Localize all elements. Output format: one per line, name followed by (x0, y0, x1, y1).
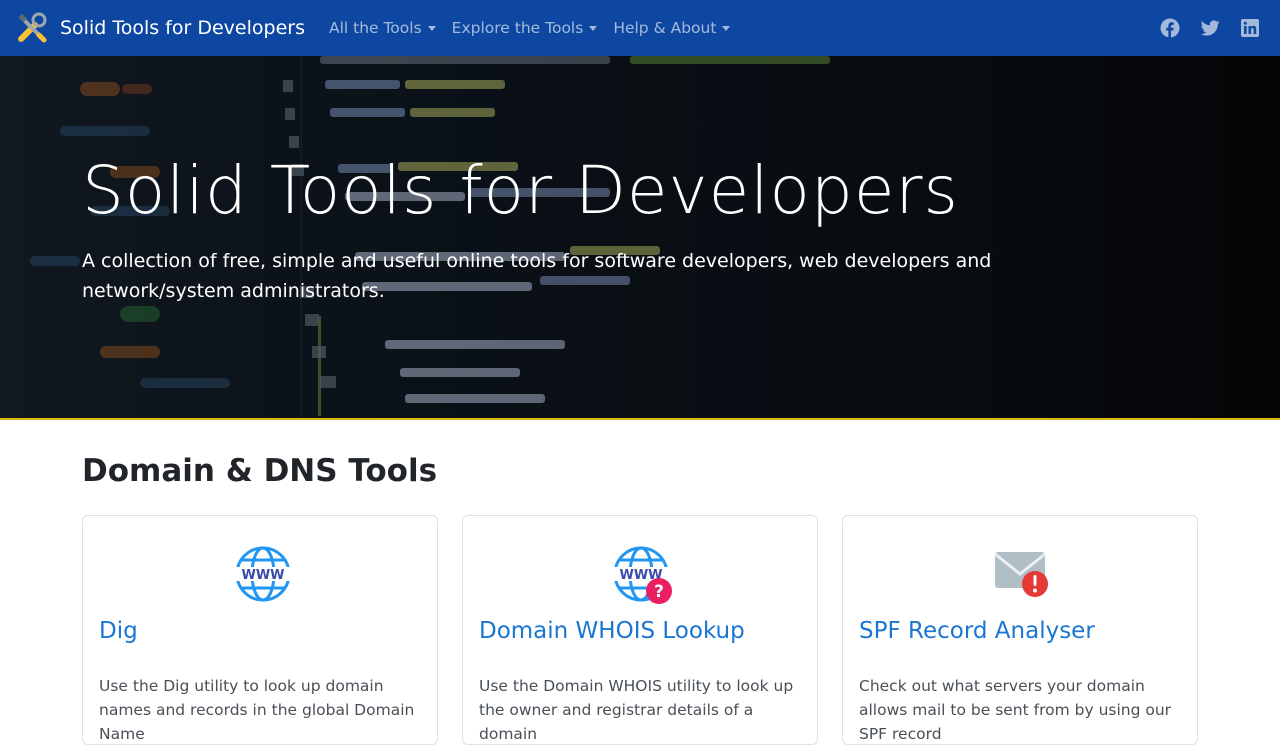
section-title: Domain & DNS Tools (82, 453, 438, 489)
menu-explore-tools[interactable]: Explore the Tools (444, 19, 606, 37)
www-globe-icon: WWW (235, 546, 291, 602)
tools-logo-icon (18, 12, 47, 43)
card-text: Check out what servers your domain allow… (859, 677, 1172, 743)
menu-help-about[interactable]: Help & About (605, 19, 738, 37)
mail-alert-icon (994, 552, 1048, 597)
twitter-icon[interactable] (1200, 18, 1220, 38)
tool-card-spf[interactable]: SPF Record Analyser Check out what serve… (842, 515, 1198, 745)
www-question-icon: WWW ? (613, 546, 672, 604)
card-title: Domain WHOIS Lookup (479, 618, 745, 644)
card-text: Use the Domain WHOIS utility to look up … (479, 677, 794, 743)
svg-text:WWW: WWW (241, 568, 284, 583)
menu-all-tools[interactable]: All the Tools (321, 19, 444, 37)
caret-down-icon (589, 25, 598, 31)
main-menu: All the Tools Explore the Tools Help & A… (321, 19, 738, 37)
menu-label: All the Tools (328, 19, 422, 37)
caret-down-icon (427, 25, 436, 31)
tool-card-whois[interactable]: WWW ? Domain WHOIS Lookup Use the Domain… (462, 515, 818, 745)
hero-title: Solid Tools for Developers (82, 152, 959, 229)
tool-card-dig[interactable]: WWW Dig Use the Dig utility to look up d… (82, 515, 438, 745)
brand-link[interactable]: Solid Tools for Developers (16, 12, 305, 44)
linkedin-icon[interactable] (1240, 18, 1260, 38)
menu-label: Help & About (613, 19, 717, 37)
caret-down-icon (722, 25, 731, 31)
hero-banner: Solid Tools for Developers A collection … (0, 56, 1280, 420)
social-links (1160, 18, 1264, 38)
card-text: Use the Dig utility to look up domain na… (99, 677, 415, 743)
card-title: Dig (99, 618, 138, 644)
menu-label: Explore the Tools (451, 19, 584, 37)
brand-name: Solid Tools for Developers (60, 17, 305, 39)
navbar: Solid Tools for Developers All the Tools… (0, 0, 1280, 56)
card-title: SPF Record Analyser (859, 618, 1095, 644)
hero-lead: A collection of free, simple and useful … (82, 250, 992, 302)
facebook-icon[interactable] (1160, 18, 1180, 38)
svg-text:?: ? (654, 582, 664, 602)
code-background-image (0, 56, 1280, 418)
